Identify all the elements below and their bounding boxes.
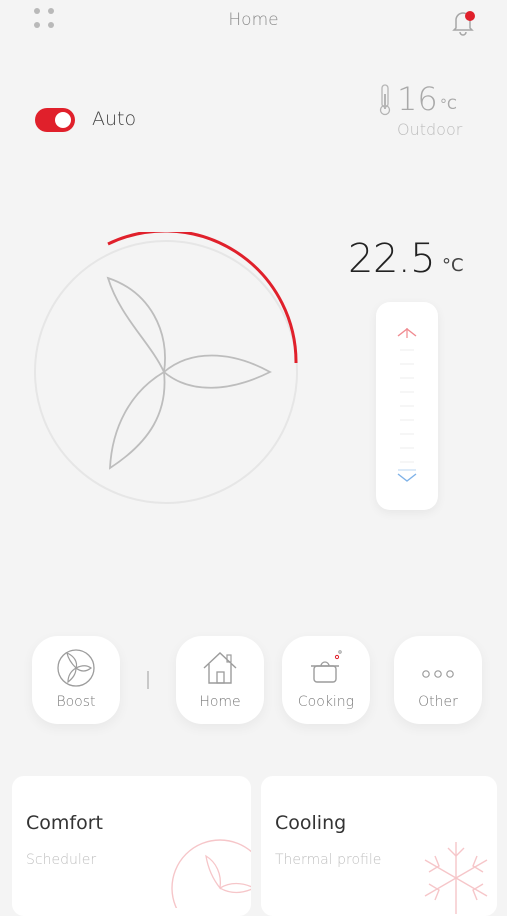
mode-other-button[interactable]: Other: [394, 636, 482, 724]
setpoint-unit: °C: [442, 255, 464, 276]
page-title: Home: [228, 10, 279, 30]
mode-boost-button[interactable]: Boost: [32, 636, 120, 724]
temperature-dial[interactable]: [30, 232, 302, 512]
card-comfort[interactable]: Comfort Scheduler: [12, 776, 251, 916]
bell-icon: [452, 11, 475, 36]
mode-label: Other: [418, 694, 458, 710]
setpoint-value: 22.5: [348, 236, 436, 282]
outdoor-label: Outdoor: [397, 120, 463, 139]
card-title: Cooling: [275, 812, 347, 834]
notification-dot: [465, 11, 475, 21]
more-dots-icon: [422, 670, 454, 678]
card-subtitle: Thermal profile: [275, 852, 382, 868]
fan-icon: [171, 839, 251, 908]
toggle-knob: [55, 112, 71, 128]
temperature-slider[interactable]: [376, 302, 438, 510]
divider: [147, 671, 149, 689]
increase-button: [397, 328, 417, 338]
mode-label: Boost: [56, 694, 96, 710]
card-title: Comfort: [26, 812, 103, 834]
dial-progress-arc: [107, 232, 298, 364]
snowflake-icon: [424, 842, 488, 914]
card-subtitle: Scheduler: [26, 852, 97, 868]
fan-icon: [106, 276, 272, 470]
auto-label: Auto: [92, 108, 137, 130]
mode-cooking-button[interactable]: Cooking: [282, 636, 370, 724]
thermometer-icon: [379, 84, 391, 116]
pot-icon: [311, 650, 342, 683]
notification-button[interactable]: [448, 6, 478, 36]
chevron-down-icon: [397, 473, 417, 482]
card-cooling[interactable]: Cooling Thermal profile: [261, 776, 497, 916]
fan-icon: [57, 649, 95, 687]
mode-label: Home: [199, 694, 241, 710]
outdoor-temperature: 16: [397, 80, 438, 118]
outdoor-unit: °C: [440, 97, 457, 113]
auto-toggle[interactable]: [35, 108, 75, 132]
mode-label: Cooking: [297, 694, 355, 710]
house-icon: [203, 652, 237, 684]
mode-home-button[interactable]: Home: [176, 636, 264, 724]
